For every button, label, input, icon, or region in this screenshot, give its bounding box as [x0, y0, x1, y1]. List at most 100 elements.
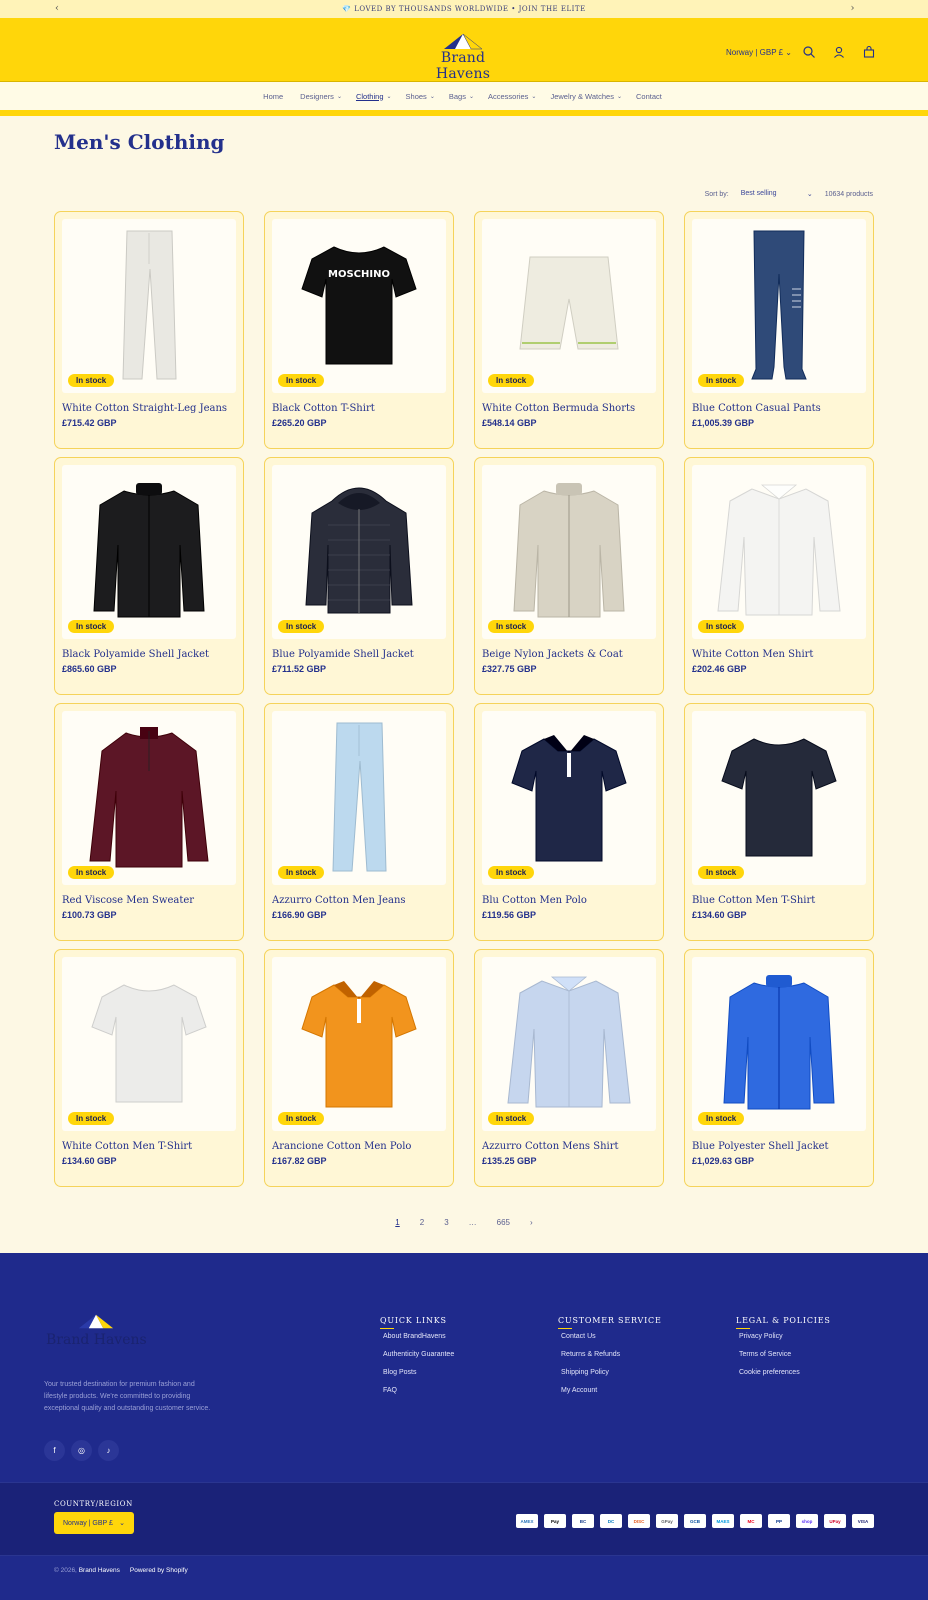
- footer-logo[interactable]: Brand Havens: [46, 1313, 147, 1348]
- product-name[interactable]: Blue Cotton Men T-Shirt: [692, 895, 866, 906]
- product-card[interactable]: MOSCHINO In stock Black Cotton T-Shirt £…: [264, 211, 454, 449]
- product-card[interactable]: In stock Azzurro Cotton Men Jeans £166.9…: [264, 703, 454, 941]
- footer-link-cookies[interactable]: Cookie preferences: [739, 1369, 831, 1376]
- product-card[interactable]: In stock Blue Polyamide Shell Jacket £71…: [264, 457, 454, 695]
- facebook-icon[interactable]: f: [44, 1440, 65, 1461]
- sort-value: Best selling: [740, 190, 777, 197]
- product-image[interactable]: In stock: [482, 219, 656, 393]
- product-card[interactable]: In stock White Cotton Straight-Leg Jeans…: [54, 211, 244, 449]
- footer-col-legal: LEGAL & POLICIES Privacy Policy Terms of…: [736, 1316, 831, 1387]
- nav-item-jewelry-watches[interactable]: Jewelry & Watches ⌄: [550, 92, 622, 101]
- product-name[interactable]: Arancione Cotton Men Polo: [272, 1141, 446, 1152]
- product-image[interactable]: In stock: [62, 957, 236, 1131]
- search-icon[interactable]: [802, 45, 816, 59]
- page-link-3[interactable]: 3: [444, 1218, 448, 1227]
- product-image[interactable]: In stock: [272, 957, 446, 1131]
- powered-by-link[interactable]: Powered by Shopify: [130, 1567, 188, 1574]
- footer-link-shipping[interactable]: Shipping Policy: [561, 1369, 662, 1376]
- nav-item-shoes[interactable]: Shoes ⌄: [406, 92, 435, 101]
- account-icon[interactable]: [832, 45, 846, 59]
- product-name[interactable]: Blue Polyester Shell Jacket: [692, 1141, 866, 1152]
- product-card[interactable]: In stock White Cotton Men Shirt £202.46 …: [684, 457, 874, 695]
- sort-bar: Sort by: Best selling ⌄ 10634 products: [705, 190, 873, 198]
- product-price: £1,005.39 GBP: [692, 418, 755, 428]
- announcement-next-arrow[interactable]: ›: [851, 3, 856, 14]
- product-name[interactable]: Beige Nylon Jackets & Coat: [482, 649, 656, 660]
- footer-link-returns[interactable]: Returns & Refunds: [561, 1351, 662, 1358]
- footer-link-privacy[interactable]: Privacy Policy: [739, 1333, 831, 1340]
- nav-item-bags[interactable]: Bags ⌄: [449, 92, 474, 101]
- product-image[interactable]: In stock: [62, 711, 236, 885]
- product-price: £265.20 GBP: [272, 418, 327, 428]
- nav-item-accessories[interactable]: Accessories ⌄: [488, 92, 536, 101]
- product-card[interactable]: In stock Red Viscose Men Sweater £100.73…: [54, 703, 244, 941]
- product-image[interactable]: In stock: [482, 711, 656, 885]
- product-name[interactable]: Azzurro Cotton Mens Shirt: [482, 1141, 656, 1152]
- next-page-arrow[interactable]: ›: [530, 1218, 533, 1227]
- product-image[interactable]: In stock: [272, 465, 446, 639]
- footer-link-blog[interactable]: Blog Posts: [383, 1369, 454, 1376]
- product-name[interactable]: White Cotton Men Shirt: [692, 649, 866, 660]
- product-card[interactable]: In stock Arancione Cotton Men Polo £167.…: [264, 949, 454, 1187]
- product-card[interactable]: In stock White Cotton Bermuda Shorts £54…: [474, 211, 664, 449]
- nav-item-contact[interactable]: Contact: [636, 92, 665, 101]
- page-link-1[interactable]: 1: [395, 1218, 399, 1227]
- page-link-last[interactable]: 665: [497, 1218, 510, 1227]
- locale-selector[interactable]: Norway | GBP £ ⌄: [726, 48, 792, 57]
- nav-item-home[interactable]: Home: [263, 92, 286, 101]
- product-name[interactable]: Black Cotton T-Shirt: [272, 403, 446, 414]
- footer-link-authenticity[interactable]: Authenticity Guarantee: [383, 1351, 454, 1358]
- footer-wordmark: Brand Havens: [46, 1332, 147, 1348]
- product-image[interactable]: In stock: [482, 465, 656, 639]
- copyright-brand-link[interactable]: Brand Havens: [79, 1567, 120, 1574]
- product-image[interactable]: In stock: [62, 219, 236, 393]
- stock-badge: In stock: [698, 374, 745, 387]
- product-name[interactable]: Blue Polyamide Shell Jacket: [272, 649, 446, 660]
- payment-method-icon: GCB: [684, 1514, 706, 1528]
- product-card[interactable]: In stock Blue Polyester Shell Jacket £1,…: [684, 949, 874, 1187]
- product-image[interactable]: In stock: [482, 957, 656, 1131]
- tiktok-icon[interactable]: ♪: [98, 1440, 119, 1461]
- announcement-bar: ‹ 💎 LOVED BY THOUSANDS WORLDWIDE • JOIN …: [0, 0, 928, 18]
- product-card[interactable]: In stock Black Polyamide Shell Jacket £8…: [54, 457, 244, 695]
- country-region-select[interactable]: Norway | GBP £ ⌄: [54, 1512, 134, 1534]
- product-name[interactable]: Blu Cotton Men Polo: [482, 895, 656, 906]
- product-card[interactable]: In stock Blue Cotton Men T-Shirt £134.60…: [684, 703, 874, 941]
- product-price: £865.60 GBP: [62, 664, 117, 674]
- product-name[interactable]: Black Polyamide Shell Jacket: [62, 649, 236, 660]
- product-image[interactable]: In stock: [272, 711, 446, 885]
- cart-icon[interactable]: [862, 45, 876, 59]
- page-link-2[interactable]: 2: [420, 1218, 424, 1227]
- payment-method-icon: MAES: [712, 1514, 734, 1528]
- footer-link-contact[interactable]: Contact Us: [561, 1333, 662, 1340]
- sort-select[interactable]: Best selling ⌄: [741, 190, 813, 198]
- nav-item-clothing[interactable]: Clothing ⌄: [356, 92, 392, 101]
- product-name[interactable]: Azzurro Cotton Men Jeans: [272, 895, 446, 906]
- product-card[interactable]: In stock White Cotton Men T-Shirt £134.6…: [54, 949, 244, 1187]
- product-price: £100.73 GBP: [62, 910, 117, 920]
- nav-item-designers[interactable]: Designers ⌄: [300, 92, 342, 101]
- product-image[interactable]: In stock: [692, 465, 866, 639]
- product-card[interactable]: In stock Azzurro Cotton Mens Shirt £135.…: [474, 949, 664, 1187]
- footer-link-terms[interactable]: Terms of Service: [739, 1351, 831, 1358]
- product-image[interactable]: In stock: [692, 957, 866, 1131]
- footer-link-faq[interactable]: FAQ: [383, 1387, 454, 1394]
- product-name[interactable]: Red Viscose Men Sweater: [62, 895, 236, 906]
- footer-col-quick-links: QUICK LINKS About BrandHavens Authentici…: [380, 1316, 454, 1405]
- product-card[interactable]: In stock Beige Nylon Jackets & Coat £327…: [474, 457, 664, 695]
- brand-logo[interactable]: Brand Havens: [418, 32, 508, 82]
- product-image[interactable]: In stock: [692, 219, 866, 393]
- product-card[interactable]: In stock Blu Cotton Men Polo £119.56 GBP: [474, 703, 664, 941]
- product-name[interactable]: White Cotton Straight-Leg Jeans: [62, 403, 236, 414]
- product-image[interactable]: MOSCHINO In stock: [272, 219, 446, 393]
- product-name[interactable]: White Cotton Men T-Shirt: [62, 1141, 236, 1152]
- product-name[interactable]: White Cotton Bermuda Shorts: [482, 403, 656, 414]
- product-image[interactable]: In stock: [692, 711, 866, 885]
- product-name[interactable]: Blue Cotton Casual Pants: [692, 403, 866, 414]
- footer-link-account[interactable]: My Account: [561, 1387, 662, 1394]
- instagram-icon[interactable]: ◎: [71, 1440, 92, 1461]
- product-card[interactable]: In stock Blue Cotton Casual Pants £1,005…: [684, 211, 874, 449]
- announcement-prev-arrow[interactable]: ‹: [55, 3, 60, 14]
- product-image[interactable]: In stock: [62, 465, 236, 639]
- footer-link-about[interactable]: About BrandHavens: [383, 1333, 454, 1340]
